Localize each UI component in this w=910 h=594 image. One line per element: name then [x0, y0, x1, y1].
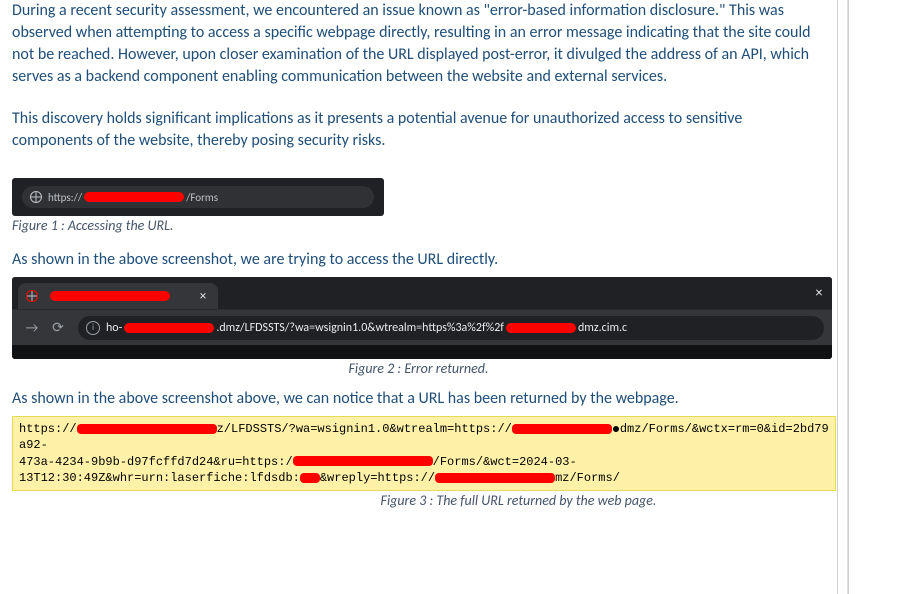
f3-l3b: &wreply=https:// [320, 471, 435, 485]
addr-suffix: dmz.cim.c [578, 321, 627, 335]
close-tab-icon[interactable]: × [196, 289, 210, 303]
paragraph-intro-1: During a recent security assessment, we … [12, 0, 825, 88]
redaction-a [77, 424, 217, 434]
caption-figure-3: Figure 3 : The full URL returned by the … [212, 493, 825, 510]
browser-tab[interactable]: × [18, 283, 218, 309]
forward-icon[interactable]: → [20, 316, 44, 340]
f3-l1a: https:// [19, 422, 77, 436]
gutter-divider [848, 0, 849, 594]
redaction-e [435, 473, 555, 483]
f3-l3a: 13T12:30:49Z&whr=urn:laserfiche:lfdsdb: [19, 471, 300, 485]
document-body: During a recent security assessment, we … [0, 0, 838, 594]
ellipsis-dot [613, 426, 619, 432]
paragraph-after-fig1: As shown in the above screenshot, we are… [12, 249, 825, 271]
f3-l3c: mz/Forms/ [555, 471, 620, 485]
redaction-tab-title [50, 291, 170, 301]
redaction-c [293, 456, 433, 466]
browser-tab-strip: × × [12, 277, 832, 309]
paragraph-intro-2: This discovery holds significant implica… [12, 108, 825, 152]
caption-figure-1: Figure 1 : Accessing the URL. [12, 218, 825, 235]
f3-l2b: /Forms/&wct=2024-03- [433, 455, 577, 469]
redaction-host-3 [506, 323, 576, 333]
reload-icon[interactable]: ⟳ [46, 316, 70, 340]
favicon-icon [26, 290, 38, 302]
figure-2-browser: × × → ⟳ i ho- .dmz/LFDSSTS/?wa=wsignin1.… [12, 277, 832, 359]
figure-3-url-block: https:// z/LFDSSTS/?wa=wsignin1.0&wtrealm… [12, 416, 836, 491]
site-info-icon[interactable]: i [86, 321, 100, 335]
browser-viewport-dark [12, 345, 832, 359]
close-window-icon[interactable]: × [812, 285, 826, 299]
caption-figure-2: Figure 2 : Error returned. [12, 361, 825, 378]
globe-icon [30, 191, 42, 203]
figure-1-url-pill: https:// /Forms [22, 186, 374, 208]
url-suffix: /Forms [186, 191, 218, 204]
redaction-host-2 [124, 323, 214, 333]
browser-address-bar[interactable]: i ho- .dmz/LFDSSTS/?wa=wsignin1.0&wtreal… [78, 316, 824, 340]
paragraph-after-fig2: As shown in the above screenshot above, … [12, 388, 825, 410]
f3-l1b: z/LFDSSTS/?wa=wsignin1.0&wtrealm=https:/… [217, 422, 512, 436]
figure-1-addressbar: https:// /Forms [12, 178, 384, 216]
page-margin-gutter [847, 0, 910, 594]
url-scheme: https:// [48, 191, 82, 204]
addr-mid: .dmz/LFDSSTS/?wa=wsignin1.0&wtrealm=http… [216, 321, 504, 335]
redaction-host [84, 192, 184, 202]
f3-l2a: 473a-4234-9b9b-d97fcffd7d24&ru=https:/ [19, 455, 293, 469]
addr-prefix: ho- [106, 321, 122, 335]
browser-toolbar: → ⟳ i ho- .dmz/LFDSSTS/?wa=wsignin1.0&wt… [12, 309, 832, 345]
redaction-b [512, 424, 612, 434]
redaction-d [300, 473, 320, 483]
